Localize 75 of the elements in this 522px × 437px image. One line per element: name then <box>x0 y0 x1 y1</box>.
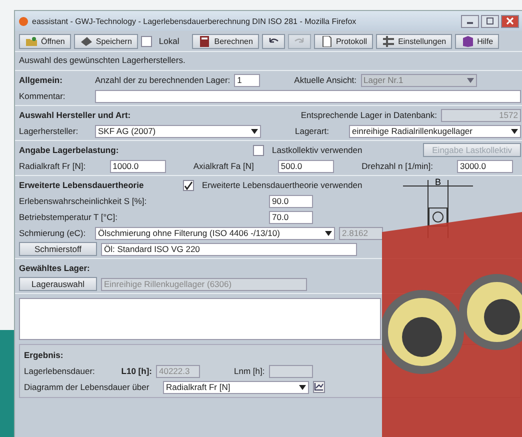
toolbar-button[interactable]: Einstellungen <box>376 34 452 48</box>
checkbox[interactable] <box>183 180 194 190</box>
minimize-button[interactable] <box>461 14 479 28</box>
field-label: Lagerlebensdauer: <box>24 366 96 376</box>
field-label: Anzahl der zu berechnenden Lager: <box>95 75 230 85</box>
field-label: L10 [h]: <box>120 366 152 376</box>
bearing-select-button[interactable]: Lagerauswahl <box>19 277 97 291</box>
input-field[interactable]: 1 <box>234 74 260 86</box>
section-heading: Erweiterte Lebensdauertheorie <box>19 180 145 190</box>
field-label: Axialkraft Fa [N] <box>193 161 254 171</box>
checkbox[interactable] <box>253 144 264 156</box>
lnm-field <box>268 364 313 378</box>
toolbar-button[interactable]: Öffnen <box>19 34 71 48</box>
l10-field: 40222.3 <box>156 364 200 378</box>
checkbox-label: Lokal <box>158 36 180 46</box>
toolbar-button[interactable]: Protokoll <box>314 34 374 48</box>
checkbox[interactable] <box>140 36 152 46</box>
close-button[interactable] <box>501 14 519 28</box>
hint-text: Auswahl des gewünschten Lagerherstellers. <box>15 51 522 71</box>
toolbar-button[interactable]: Hilfe <box>455 34 500 48</box>
section-heading: Auswahl Hersteller und Art: <box>19 110 132 120</box>
input-field[interactable]: 90.0 <box>269 194 313 208</box>
dropdown-arrow-icon <box>325 230 332 236</box>
undo-button[interactable] <box>262 34 285 48</box>
input-field[interactable]: 3000.0 <box>456 160 513 172</box>
database-count-field: 1572 <box>441 108 521 122</box>
field-label: Entsprechende Lager in Datenbank: <box>300 110 437 120</box>
field-label: Betriebstemperatur T [°C]: <box>19 212 119 222</box>
field-label: Erlebenswahrscheinlichkeit S [%]: <box>19 196 148 206</box>
maximize-button[interactable] <box>481 14 499 28</box>
browser-logo-icon <box>19 16 28 26</box>
field-label: Lnm [h]: <box>234 366 265 376</box>
dropdown-arrow-icon <box>466 78 474 82</box>
input-field[interactable]: 1000.0 <box>110 160 166 172</box>
comment-field[interactable] <box>95 90 521 102</box>
field-label: Diagramm der Lebensdauer über <box>24 382 150 392</box>
bearing-type-dropdown[interactable]: einreihige Radialrillenkugellager <box>349 124 521 138</box>
chart-icon[interactable] <box>313 381 325 393</box>
section-heading: Ergebnis: <box>24 350 64 360</box>
dropdown-arrow-icon <box>511 128 518 134</box>
dropdown-arrow-icon <box>299 384 306 390</box>
sliders-icon <box>382 36 396 46</box>
field-label: Aktuelle Ansicht: <box>294 75 357 85</box>
ec-value-field: 2.8162 <box>339 226 383 240</box>
checkbox-label: Erweiterte Lebensdauertheorie verwenden <box>202 180 362 190</box>
manufacturer-dropdown[interactable]: SKF AG (2007) <box>95 124 261 138</box>
lubricant-button[interactable]: Schmierstoff <box>19 242 97 256</box>
lubrication-dropdown[interactable]: Ölschmierung ohne Filterung (ISO 4406 -/13/10) <box>95 226 335 240</box>
field-label: Radialkraft Fr [N]: <box>19 161 86 171</box>
calculator-icon <box>198 36 212 46</box>
lubricant-field: Öl: Standard ISO VG 220 <box>101 242 357 256</box>
text-area[interactable] <box>19 298 381 340</box>
section-heading: Allgemein: <box>19 75 64 85</box>
chart-axis-dropdown[interactable]: Radialkraft Fr [N] <box>163 380 309 394</box>
checkbox-label: Lastkollektiv verwenden <box>272 145 364 155</box>
dropdown-arrow-icon <box>251 128 258 134</box>
toolbar-button[interactable]: Berechnen <box>192 34 259 48</box>
section-heading: Angabe Lagerbelastung: <box>19 145 120 155</box>
field-label: Schmierung (eC): <box>19 228 87 238</box>
close-icon <box>506 17 514 25</box>
section-heading: Gewähltes Lager: <box>19 263 90 273</box>
field-label: Drehzahl n [1/min]: <box>362 161 433 171</box>
maximize-icon <box>486 17 494 25</box>
input-field[interactable]: 500.0 <box>278 160 334 172</box>
document-icon <box>320 36 333 46</box>
field-label: Lagerart: <box>295 126 330 136</box>
redo-icon <box>294 37 305 45</box>
field-label: Lagerhersteller: <box>19 126 80 136</box>
selected-bearing-field: Einreihige Rillenkugellager (6306) <box>101 278 307 290</box>
folder-icon <box>25 36 38 46</box>
toolbar-button[interactable]: Speichern <box>74 34 138 48</box>
field-label: Kommentar: <box>19 91 66 101</box>
input-field[interactable]: 70.0 <box>269 210 313 224</box>
undo-icon <box>268 37 279 45</box>
window-title: eassistant - GWJ-Technology - Lagerlebensdauerberechnung DIN ISO 281 - Mozilla Firefox <box>32 16 358 26</box>
